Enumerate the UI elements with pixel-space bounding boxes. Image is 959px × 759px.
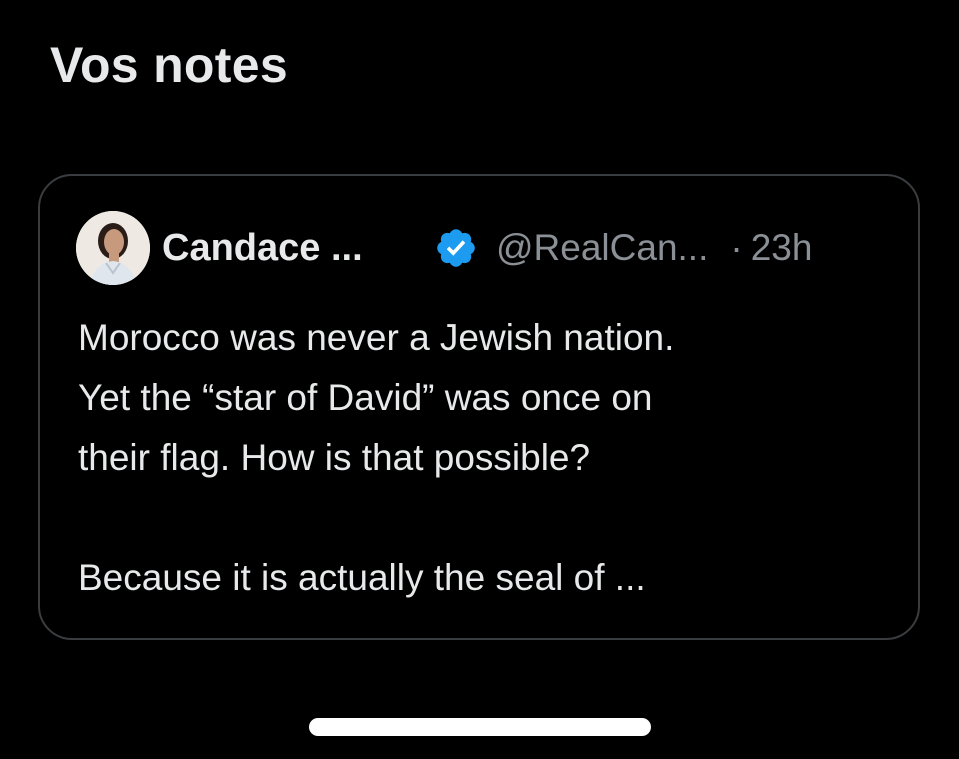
post-text-line: Yet the “star of David” was once on — [78, 377, 653, 418]
verified-badge-icon — [434, 226, 478, 270]
post-text-line: their flag. How is that possible? — [78, 437, 591, 478]
avatar[interactable] — [76, 211, 150, 285]
post-text-line: Morocco was never a Jewish nation. — [78, 317, 675, 358]
post-timestamp[interactable]: 23h — [751, 227, 813, 269]
quoted-post-card[interactable]: Candace ... @RealCan... · 23h Morocco wa… — [38, 174, 920, 640]
author-handle[interactable]: @RealCan... — [496, 227, 708, 269]
post-header: Candace ... @RealCan... · 23h — [76, 211, 882, 285]
home-indicator[interactable] — [309, 718, 651, 736]
post-text-continuation: Because it is actually the seal of ... — [78, 557, 646, 598]
post-text: Morocco was never a Jewish nation. Yet t… — [78, 308, 878, 608]
page-title: Vos notes — [50, 37, 288, 93]
separator-dot: · — [730, 227, 743, 268]
author-name[interactable]: Candace ... — [162, 227, 432, 270]
